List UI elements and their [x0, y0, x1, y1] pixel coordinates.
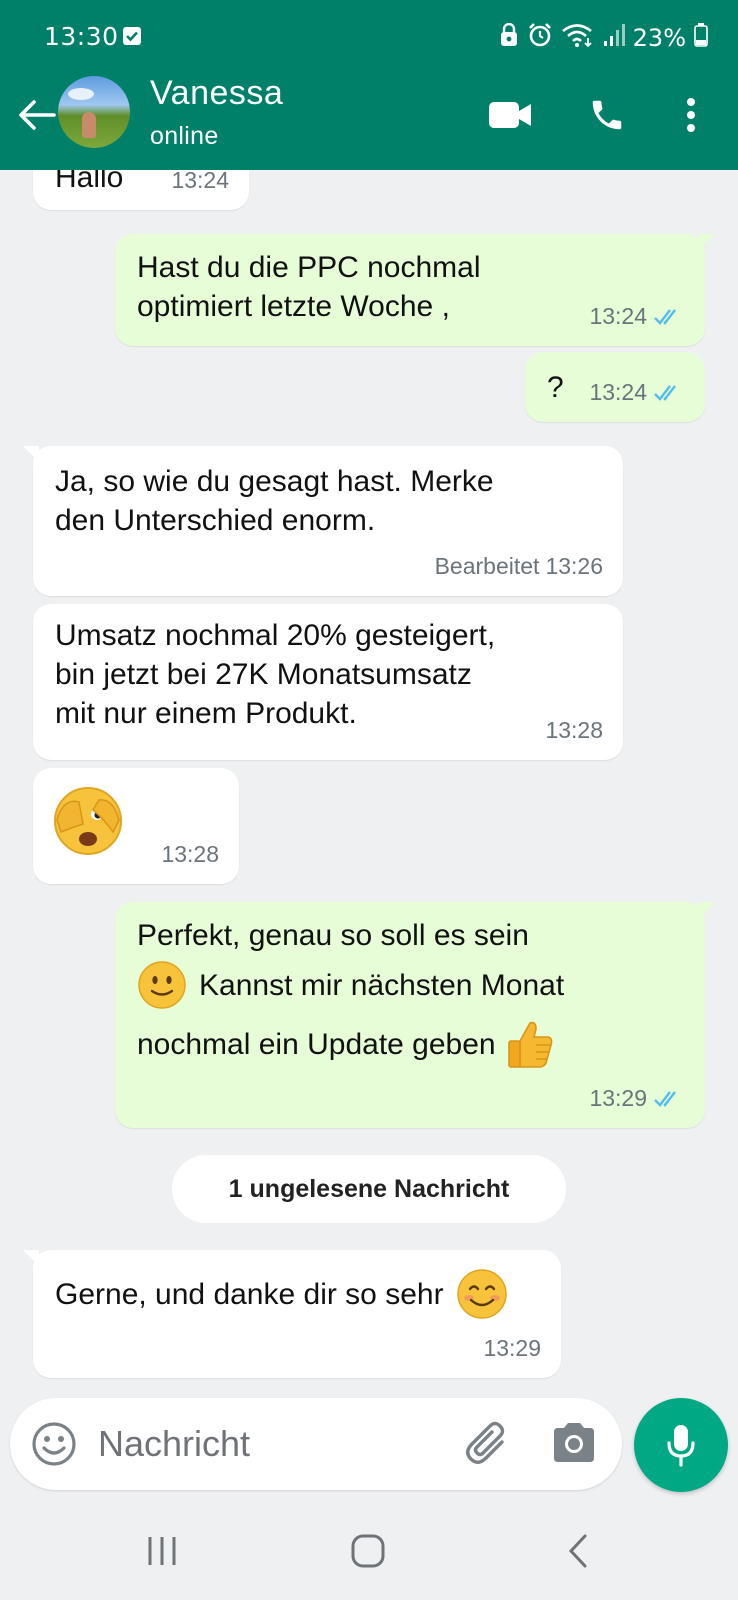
wifi-icon [561, 22, 595, 53]
signal-icon [603, 23, 625, 52]
chevron-left-icon [568, 1534, 587, 1568]
thumbs-up-icon [507, 1021, 552, 1068]
contact-name[interactable]: Vanessa [150, 74, 283, 113]
system-navigation-bar [0, 1500, 738, 1600]
emoji-icon [32, 1422, 76, 1466]
face-peeking-icon [54, 787, 122, 855]
contact-status: online [150, 122, 219, 150]
message-time: 13:29 [589, 1085, 647, 1111]
system-back-button[interactable] [548, 1526, 608, 1576]
phone-icon [592, 100, 622, 130]
message-text: Umsatz nochmal 20% gesteigert, bin jetzt… [55, 619, 496, 730]
message-incoming[interactable]: Umsatz nochmal 20% gesteigert, bin jetzt… [33, 604, 623, 760]
chat-header: 13:30 23% Vanessa online [0, 0, 738, 170]
message-meta: 13:28 [161, 835, 219, 874]
message-meta: Bearbeitet 13:26 [435, 547, 603, 586]
message-time: 13:24 [171, 170, 229, 193]
home-button[interactable] [338, 1526, 398, 1576]
notification-check-icon [122, 26, 142, 51]
back-button[interactable] [14, 92, 60, 138]
message-text-line: Kannst mir nächsten Monat [199, 968, 565, 1002]
camera-button[interactable] [550, 1420, 600, 1470]
battery-icon [694, 23, 708, 52]
alarm-icon [527, 22, 553, 53]
slightly-smiling-face-icon [138, 961, 186, 1009]
voice-call-button[interactable] [580, 90, 634, 140]
composer [10, 1398, 622, 1490]
message-time: 13:24 [589, 379, 647, 405]
status-time: 13:30 [44, 22, 119, 51]
more-options-button[interactable] [666, 90, 716, 140]
message-outgoing[interactable]: Perfekt, genau so soll es sein Kannst mi… [115, 902, 715, 1128]
home-icon [351, 1534, 385, 1568]
voice-message-button[interactable] [634, 1398, 728, 1492]
video-camera-icon [489, 102, 531, 128]
status-icons: 23% [499, 22, 708, 53]
attach-button[interactable] [462, 1418, 514, 1470]
recent-apps-icon [148, 1537, 176, 1565]
message-meta: 13:28 [545, 711, 603, 750]
message-incoming[interactable]: 13:28 [33, 768, 239, 884]
arrow-left-icon [19, 100, 56, 130]
message-time: 13:26 [545, 553, 603, 579]
contact-avatar[interactable] [58, 76, 130, 148]
message-outgoing[interactable]: ? 13:24 [525, 352, 705, 422]
read-receipt-icon [654, 308, 676, 325]
message-meta: 13:24 [589, 373, 685, 412]
unread-messages-divider: 1 ungelesene Nachricht [172, 1155, 566, 1223]
message-meta: 13:24 [589, 297, 685, 336]
smiling-face-with-smiling-eyes-icon [456, 1269, 507, 1319]
message-text: Hast du die PPC nochmal optimiert letzte… [137, 251, 481, 323]
message-text: Ja, so wie du gesagt hast. Merke den Unt… [55, 465, 494, 537]
message-text: Hallo [55, 170, 124, 194]
message-input[interactable] [98, 1418, 438, 1470]
message-time: 13:28 [161, 841, 219, 867]
read-receipt-icon [654, 384, 676, 401]
video-call-button[interactable] [483, 90, 537, 140]
emoji-button[interactable] [30, 1420, 78, 1468]
message-text-line: nochmal ein Update geben [137, 1027, 496, 1061]
message-time: 13:24 [589, 303, 647, 329]
message-outgoing[interactable]: Hast du die PPC nochmal optimiert letzte… [115, 234, 715, 346]
message-meta: 13:29 [483, 1329, 541, 1368]
more-vert-icon [687, 98, 695, 132]
message-incoming[interactable]: Ja, so wie du gesagt hast. Merke den Unt… [23, 446, 623, 596]
message-list[interactable]: Hallo 13:24 Hast du die PPC nochmal opti… [0, 170, 738, 1395]
battery-percent: 23% [632, 23, 686, 52]
read-receipt-icon [654, 1090, 676, 1107]
recent-apps-button[interactable] [132, 1526, 192, 1576]
message-time: 13:29 [483, 1335, 541, 1361]
message-time: 13:28 [545, 717, 603, 743]
message-text: Gerne, und danke dir so sehr [55, 1277, 444, 1311]
message-text: ? [547, 371, 564, 404]
message-text-line: Perfekt, genau so soll es sein [137, 919, 529, 952]
edited-label: Bearbeitet [434, 553, 540, 579]
status-bar: 13:30 23% [0, 0, 738, 70]
lock-icon [499, 22, 519, 52]
message-incoming[interactable]: Gerne, und danke dir so sehr 13:29 [23, 1250, 561, 1378]
microphone-icon [667, 1425, 695, 1467]
message-meta: 13:29 [589, 1079, 685, 1118]
camera-icon [554, 1423, 594, 1462]
message-incoming[interactable]: Hallo 13:24 [33, 170, 249, 210]
paperclip-icon [466, 1421, 505, 1464]
